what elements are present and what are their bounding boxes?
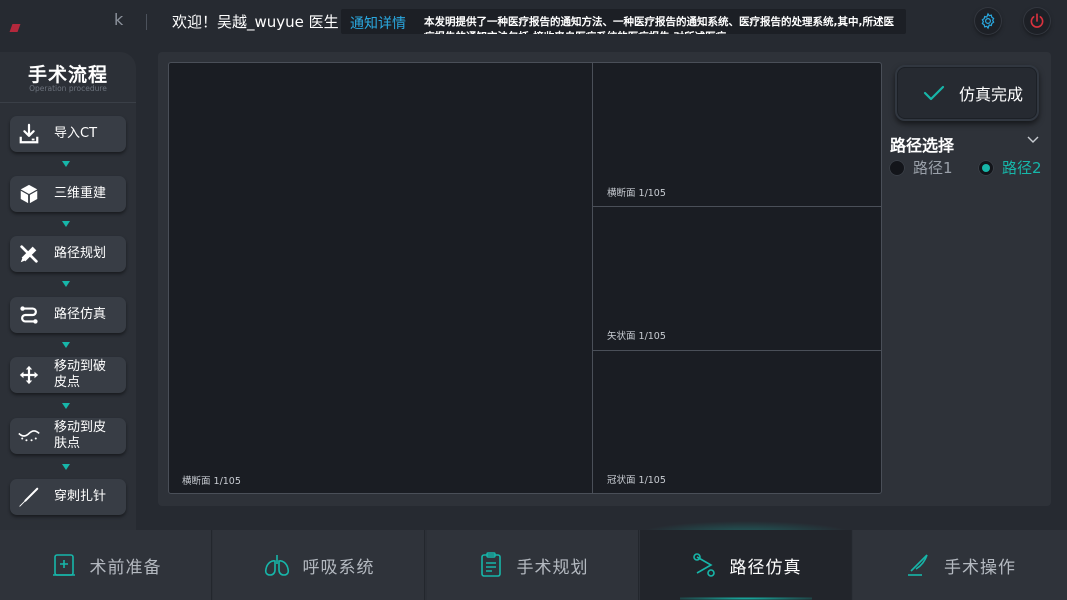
- route-icon: [690, 551, 718, 579]
- tab-label: 路径仿真: [729, 557, 802, 578]
- image-viewer: 横断面 1/105 横断面 1/105 矢状面 1/105 冠状面 1/105: [168, 62, 882, 494]
- chevron-down-icon[interactable]: [1027, 136, 1039, 144]
- step-label: 移动到破皮点: [54, 359, 107, 390]
- axial-view-label: 横断面 1/105: [607, 188, 666, 199]
- tab-surgery-planning[interactable]: 手术规划: [427, 530, 639, 600]
- simulation-complete-button[interactable]: 仿真完成: [895, 65, 1039, 121]
- settings-button[interactable]: [975, 8, 1001, 34]
- step-connector-arrow: [62, 403, 70, 409]
- sagittal-view-label: 矢状面 1/105: [607, 331, 666, 342]
- axial-main-view[interactable]: [169, 63, 592, 493]
- tab-preop-preparation[interactable]: 术前准备: [0, 530, 212, 600]
- procedure-sidebar: 手术流程 Operation procedure 导入CT 三维重建 路径规划: [0, 52, 136, 530]
- tab-label: 手术操作: [944, 557, 1016, 578]
- header-separator: [146, 14, 147, 30]
- sidebar-title: 手术流程: [27, 64, 108, 86]
- step-move-to-skin-point[interactable]: 移动到皮肤点: [10, 418, 126, 454]
- logo-fragment: k: [114, 10, 124, 29]
- radio-indicator: [889, 159, 905, 176]
- tab-path-simulation[interactable]: 路径仿真: [640, 530, 852, 600]
- power-button[interactable]: [1024, 8, 1050, 34]
- welcome-text: 欢迎！吴越_wuyue 医生: [172, 13, 339, 31]
- step-path-simulation[interactable]: 路径仿真: [10, 297, 126, 333]
- notice-panel[interactable]: 通知详情 本发明提供了一种医疗报告的通知方法、一种医疗报告的通知系统、医疗报告的…: [341, 9, 906, 34]
- step-label: 路径仿真: [54, 307, 107, 322]
- step-connector-arrow: [62, 281, 70, 287]
- bottom-nav: 术前准备 呼吸系统 手术规划 路径仿真 手术操作: [0, 530, 1067, 600]
- path-2-label: 路径2: [1002, 159, 1042, 177]
- sidebar-subtitle: Operation procedure: [29, 84, 107, 93]
- clipboard-plus-icon: [50, 551, 78, 579]
- scalpel-icon: [904, 551, 932, 579]
- step-label: 三维重建: [54, 186, 107, 201]
- path-1-radio[interactable]: 路径1: [889, 157, 953, 178]
- step-import-ct[interactable]: 导入CT: [10, 116, 126, 152]
- move-arrows-icon: [18, 364, 40, 386]
- path-2-radio[interactable]: 路径2: [978, 157, 1042, 178]
- lungs-icon: [263, 551, 291, 579]
- path-select-title: 路径选择: [890, 136, 955, 155]
- tab-label: 术前准备: [89, 557, 162, 578]
- notice-details-link[interactable]: 通知详情: [350, 13, 406, 33]
- check-icon: [923, 85, 945, 101]
- main-view-label: 横断面 1/105: [182, 476, 241, 487]
- step-3d-reconstruction[interactable]: 三维重建: [10, 176, 126, 212]
- gear-icon: [981, 12, 995, 30]
- step-label: 路径规划: [54, 246, 107, 261]
- radio-indicator-selected: [978, 159, 994, 176]
- step-needle-puncture[interactable]: 穿刺扎针: [10, 479, 126, 515]
- app-root: k 欢迎！吴越_wuyue 医生 通知详情 本发明提供了一种医疗报告的通知方法、…: [0, 0, 1067, 600]
- download-icon: [18, 123, 40, 145]
- tab-label: 手术规划: [516, 557, 589, 578]
- cube-icon: [18, 183, 40, 205]
- step-path-planning[interactable]: 路径规划: [10, 236, 126, 272]
- sidebar-divider: [0, 102, 136, 103]
- step-connector-arrow: [62, 342, 70, 348]
- step-label: 导入CT: [54, 126, 98, 141]
- needle-icon: [18, 486, 40, 508]
- step-connector-arrow: [62, 221, 70, 227]
- header-bar: k 欢迎！吴越_wuyue 医生 通知详情 本发明提供了一种医疗报告的通知方法、…: [0, 0, 1067, 44]
- step-connector-arrow: [62, 464, 70, 470]
- step-move-to-entry-point[interactable]: 移动到破皮点: [10, 357, 126, 393]
- logo: [8, 10, 28, 32]
- power-icon: [1030, 13, 1044, 28]
- simulation-complete-label: 仿真完成: [959, 85, 1024, 104]
- route-icon: [18, 304, 40, 326]
- tab-surgery-operation[interactable]: 手术操作: [853, 530, 1067, 600]
- notice-content: 本发明提供了一种医疗报告的通知方法、一种医疗报告的通知系统、医疗报告的处理系统,…: [424, 16, 894, 34]
- path-1-label: 路径1: [913, 159, 953, 177]
- skin-point-icon: [18, 425, 40, 447]
- tab-label: 呼吸系统: [302, 557, 375, 578]
- document-icon: [477, 551, 505, 579]
- ruler-pencil-icon: [18, 243, 40, 265]
- step-connector-arrow: [62, 161, 70, 167]
- step-label: 移动到皮肤点: [54, 420, 107, 451]
- step-label: 穿刺扎针: [54, 489, 107, 504]
- tab-respiratory-system[interactable]: 呼吸系统: [213, 530, 425, 600]
- coronal-view-label: 冠状面 1/105: [607, 475, 666, 486]
